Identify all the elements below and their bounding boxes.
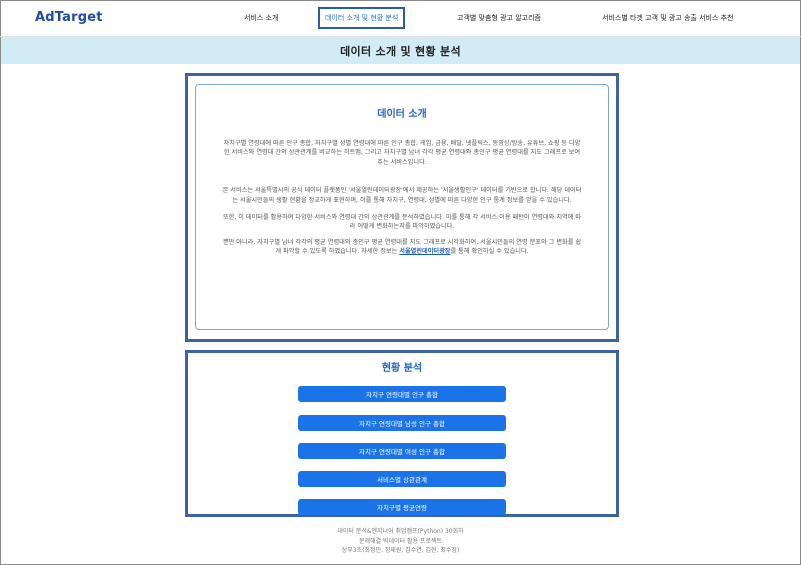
footer-line-2: 문제해결 빅데이터 활용 프로젝트	[358, 537, 442, 545]
seoul-open-data-link[interactable]: 서울열린데이터광장	[399, 248, 450, 255]
page-title: 데이터 소개 및 현황 분석	[340, 44, 461, 58]
nav-service-intro[interactable]: 서비스 소개	[244, 13, 278, 23]
district-age-male-population-button[interactable]: 자치구 연령대별 남성 인구 총합	[298, 415, 506, 431]
data-intro-heading: 데이터 소개	[377, 109, 427, 120]
nav-target-recommend[interactable]: 서비스별 타겟 고객 및 광고 송출 서비스 추천	[602, 13, 734, 23]
intro-paragraph-1: 자치구별 연령대에 따른 인구 총합, 자치구별 성별 연령대에 따른 인구 총…	[223, 140, 581, 166]
data-intro-card: 데이터 소개 자치구별 연령대에 따른 인구 총합, 자치구별 성별 연령대에 …	[195, 84, 609, 330]
footer-line-3: 상부3조(최정민, 정재원, 김수연, 김현, 최수정)	[341, 547, 460, 554]
footer-line-1: 데이터 분석&엔지니어 취업캠프(Python) 30회차	[337, 528, 464, 535]
top-navbar: AdTarget 서비스 소개 데이터 소개 및 현황 분석 고객별 맞춤형 광…	[0, 0, 801, 37]
intro-paragraph-3: 또한, 이 데이터를 활용하여 다양한 서비스와 연령대 간의 상관관계를 분석…	[222, 214, 582, 231]
district-age-female-population-button[interactable]: 자치구 연령대별 여성 인구 총합	[298, 443, 506, 459]
page-title-bar: 데이터 소개 및 현황 분석	[1, 37, 800, 64]
logo[interactable]: AdTarget	[35, 10, 103, 25]
service-correlation-button[interactable]: 서비스별 상관관계	[298, 471, 506, 487]
status-analysis-heading: 현황 분석	[381, 363, 423, 374]
intro-paragraph-4-tail: 를 통해 확인하실 수 있습니다.	[450, 248, 529, 256]
nav-ad-algorithm[interactable]: 고객별 맞춤형 광고 알고리즘	[457, 13, 541, 23]
footer: 데이터 분석&엔지니어 취업캠프(Python) 30회차 문제해결 빅데이터 …	[0, 527, 801, 556]
status-analysis-section: 현황 분석 자치구 연령대별 인구 총합 자치구 연령대별 남성 인구 총합 자…	[185, 350, 619, 517]
district-average-age-button[interactable]: 자치구별 평균연령	[298, 499, 506, 515]
data-intro-section: 데이터 소개 자치구별 연령대에 따른 인구 총합, 자치구별 성별 연령대에 …	[185, 73, 619, 342]
nav-data-intro-analysis[interactable]: 데이터 소개 및 현황 분석	[318, 7, 406, 29]
intro-paragraph-2: 본 서비스는 서울특별시의 공식 데이터 플랫폼인 '서울열린데이터광장'에서 …	[222, 187, 582, 204]
district-age-population-button[interactable]: 자치구 연령대별 인구 총합	[298, 386, 506, 402]
intro-paragraph-4: 뿐만 아니라, 자치구별 남녀 각각의 평균 연령대와 총인구 평균 연령대를 …	[222, 238, 582, 257]
